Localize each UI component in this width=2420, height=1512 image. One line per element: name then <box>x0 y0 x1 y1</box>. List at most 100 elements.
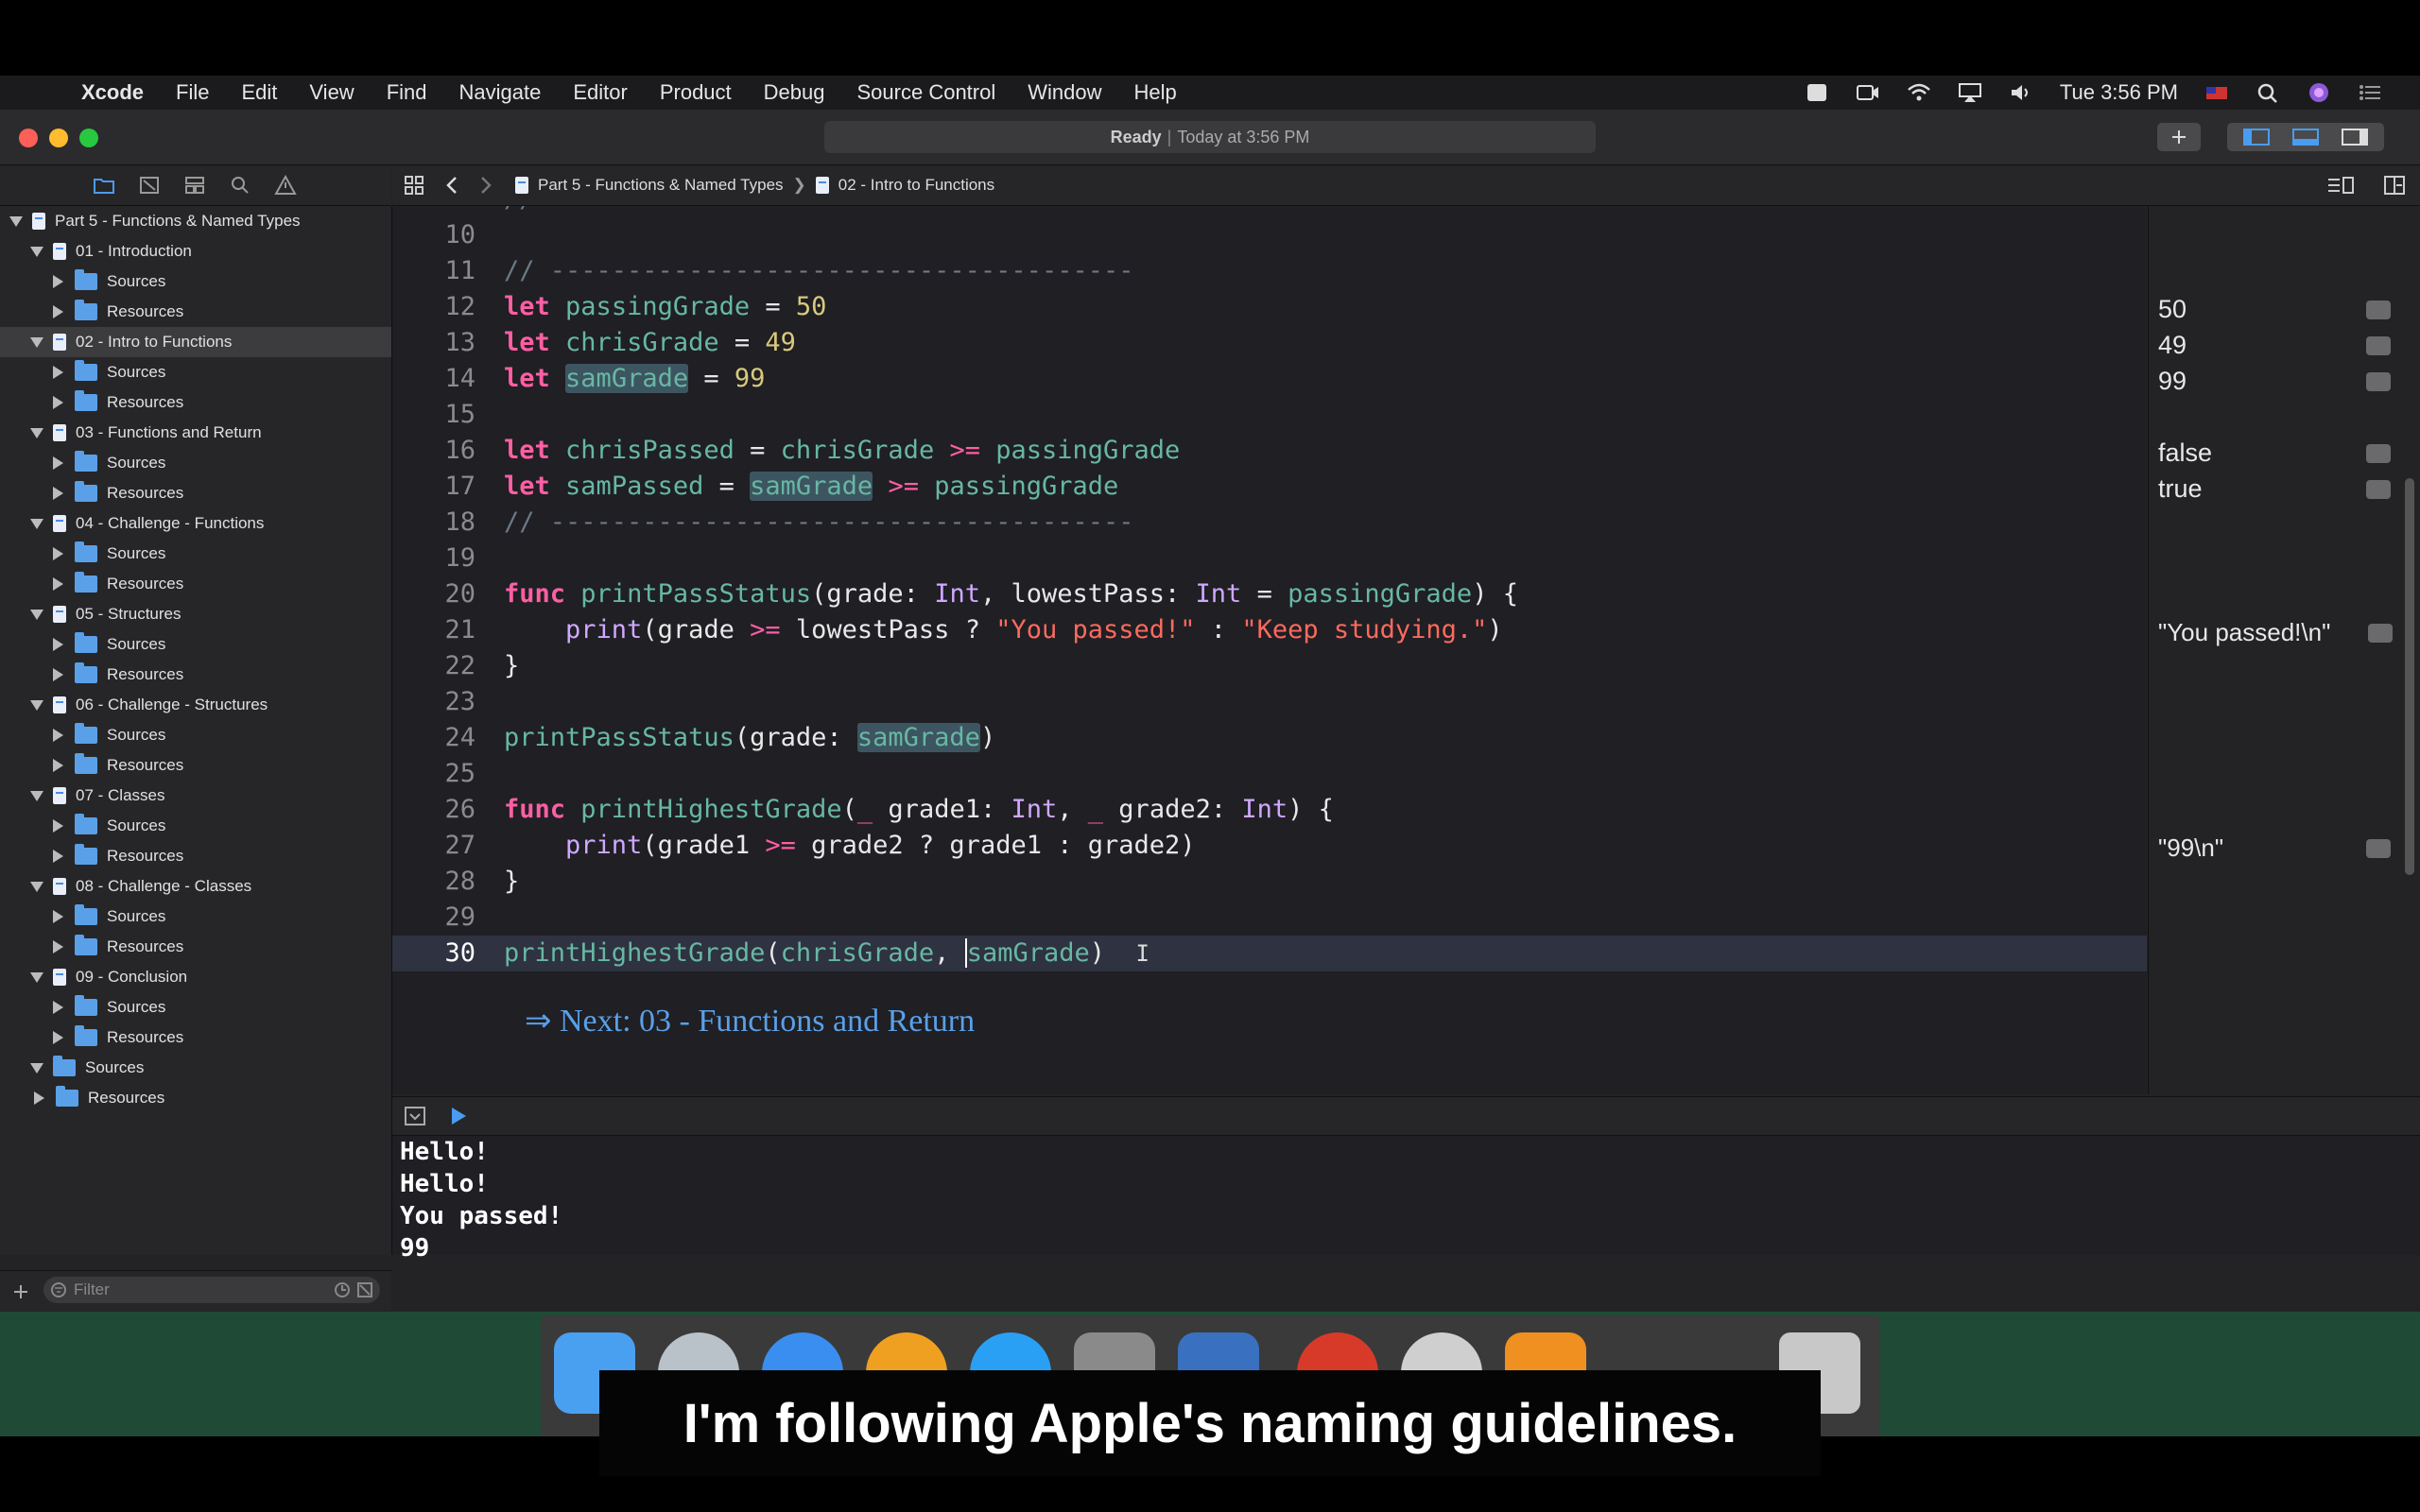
disclosure-right-icon[interactable] <box>53 487 63 500</box>
run-icon[interactable] <box>449 1106 468 1126</box>
disclosure-right-icon[interactable] <box>53 1031 63 1044</box>
disclosure-right-icon[interactable] <box>53 759 63 772</box>
disclosure-right-icon[interactable] <box>53 668 63 681</box>
source-control-navigator-icon[interactable] <box>138 175 161 196</box>
menu-window[interactable]: Window <box>1028 80 1101 105</box>
forward-chevron-icon[interactable] <box>479 175 493 196</box>
menu-debug[interactable]: Debug <box>764 80 825 105</box>
related-items-icon[interactable] <box>404 175 424 196</box>
quick-look-button[interactable] <box>2366 839 2391 858</box>
inspector-toggle-icon[interactable] <box>2342 129 2368 146</box>
code-line[interactable]: 14 let samGrade = 99 <box>392 361 2147 397</box>
code-line[interactable]: 18// -----------------------------------… <box>392 505 2147 541</box>
disclosure-right-icon[interactable] <box>53 819 63 833</box>
tree-sources[interactable]: Sources <box>0 992 391 1022</box>
tree-resources[interactable]: Resources <box>0 750 391 781</box>
disclosure-right-icon[interactable] <box>53 638 63 651</box>
disclosure-down-icon[interactable] <box>30 699 43 711</box>
add-icon[interactable] <box>11 1282 30 1301</box>
code-line[interactable]: // <box>392 206 2147 217</box>
tree-sources[interactable]: Sources <box>0 266 391 297</box>
code-line[interactable]: 28} <box>392 864 2147 900</box>
disclosure-right-icon[interactable] <box>53 305 63 318</box>
menu-help[interactable]: Help <box>1134 80 1177 105</box>
wifi-icon[interactable] <box>1907 82 1931 103</box>
project-navigator-icon[interactable] <box>93 175 115 196</box>
code-line[interactable]: 13 let chrisGrade = 49 <box>392 325 2147 361</box>
breadcrumb-project[interactable]: Part 5 - Functions & Named Types <box>538 176 784 195</box>
screen-record-icon[interactable] <box>1856 82 1880 103</box>
disclosure-right-icon[interactable] <box>34 1091 44 1105</box>
tree-sources[interactable]: Sources <box>0 448 391 478</box>
tree-page-04[interactable]: 04 - Challenge - Functions <box>0 508 391 539</box>
code-line[interactable]: 15 <box>392 397 2147 433</box>
disclosure-right-icon[interactable] <box>53 366 63 379</box>
disclosure-down-icon[interactable] <box>30 1062 43 1074</box>
filter-input[interactable]: Filter <box>43 1277 380 1303</box>
menu-file[interactable]: File <box>176 80 209 105</box>
tree-sources[interactable]: Sources <box>0 720 391 750</box>
tree-root-sources[interactable]: Sources <box>0 1053 391 1083</box>
siri-icon[interactable] <box>2307 82 2331 103</box>
code-line[interactable]: 19 <box>392 541 2147 576</box>
debug-area-toggle-icon[interactable] <box>2292 129 2319 146</box>
disclosure-right-icon[interactable] <box>53 547 63 560</box>
menu-clock[interactable]: Tue 3:56 PM <box>2060 80 2178 105</box>
tree-page-01[interactable]: 01 - Introduction <box>0 236 391 266</box>
quick-look-button[interactable] <box>2366 480 2391 499</box>
code-line[interactable]: 23 <box>392 684 2147 720</box>
apple-menu-icon[interactable] <box>32 81 53 104</box>
disclosure-down-icon[interactable] <box>30 881 43 892</box>
menu-navigate[interactable]: Navigate <box>459 80 542 105</box>
code-line[interactable]: 26 func printHighestGrade(_ grade1: Int, … <box>392 792 2147 828</box>
volume-icon[interactable] <box>2009 82 2033 103</box>
tree-resources[interactable]: Resources <box>0 841 391 871</box>
hide-debug-area-icon[interactable] <box>404 1106 426 1126</box>
code-line[interactable]: 27 print(grade1 >= grade2 ? grade1 : gra… <box>392 828 2147 864</box>
tree-page-08[interactable]: 08 - Challenge - Classes <box>0 871 391 902</box>
source-control-filter-icon[interactable] <box>355 1280 374 1299</box>
quick-look-button[interactable] <box>2366 336 2391 355</box>
code-line[interactable]: 22} <box>392 648 2147 684</box>
back-chevron-icon[interactable] <box>445 175 458 196</box>
menu-edit[interactable]: Edit <box>241 80 277 105</box>
disclosure-right-icon[interactable] <box>53 729 63 742</box>
disclosure-down-icon[interactable] <box>30 790 43 801</box>
current-code-line[interactable]: 30 printHighestGrade(chrisGrade, samGrade… <box>392 936 2147 971</box>
disclosure-right-icon[interactable] <box>53 456 63 470</box>
tree-sources[interactable]: Sources <box>0 539 391 569</box>
minimize-button[interactable] <box>49 129 68 147</box>
code-line[interactable]: 12 let passingGrade = 50 <box>392 289 2147 325</box>
navigator-toggle-icon[interactable] <box>2243 129 2270 146</box>
menu-product[interactable]: Product <box>660 80 732 105</box>
tree-resources[interactable]: Resources <box>0 478 391 508</box>
code-line[interactable]: 24 printPassStatus(grade: samGrade) <box>392 720 2147 756</box>
find-navigator-icon[interactable] <box>229 175 251 196</box>
tree-page-06[interactable]: 06 - Challenge - Structures <box>0 690 391 720</box>
tree-resources[interactable]: Resources <box>0 569 391 599</box>
tree-root-resources[interactable]: Resources <box>0 1083 391 1113</box>
disclosure-down-icon[interactable] <box>30 971 43 983</box>
recent-files-icon[interactable] <box>333 1280 352 1299</box>
tree-resources[interactable]: Resources <box>0 1022 391 1053</box>
menu-view[interactable]: View <box>309 80 354 105</box>
code-line[interactable]: 29 <box>392 900 2147 936</box>
zoom-button[interactable] <box>79 129 98 147</box>
tree-resources[interactable]: Resources <box>0 387 391 418</box>
menu-source-control[interactable]: Source Control <box>857 80 996 105</box>
next-page-link[interactable]: ⇒ Next: 03 - Functions and Return <box>525 1002 975 1040</box>
disclosure-down-icon[interactable] <box>30 518 43 529</box>
code-line[interactable]: 21 print(grade >= lowestPass ? "You pass… <box>392 612 2147 648</box>
tree-page-07[interactable]: 07 - Classes <box>0 781 391 811</box>
tree-sources[interactable]: Sources <box>0 902 391 932</box>
airplay-icon[interactable] <box>1958 82 1982 103</box>
notification-center-icon[interactable] <box>2358 82 2382 103</box>
tree-page-09[interactable]: 09 - Conclusion <box>0 962 391 992</box>
code-line[interactable]: 25 <box>392 756 2147 792</box>
disclosure-right-icon[interactable] <box>53 850 63 863</box>
tree-root[interactable]: Part 5 - Functions & Named Types <box>0 206 391 236</box>
tree-sources[interactable]: Sources <box>0 811 391 841</box>
code-line[interactable]: 10 <box>392 217 2147 253</box>
tree-resources[interactable]: Resources <box>0 297 391 327</box>
editor-options-icon[interactable] <box>2326 175 2355 196</box>
